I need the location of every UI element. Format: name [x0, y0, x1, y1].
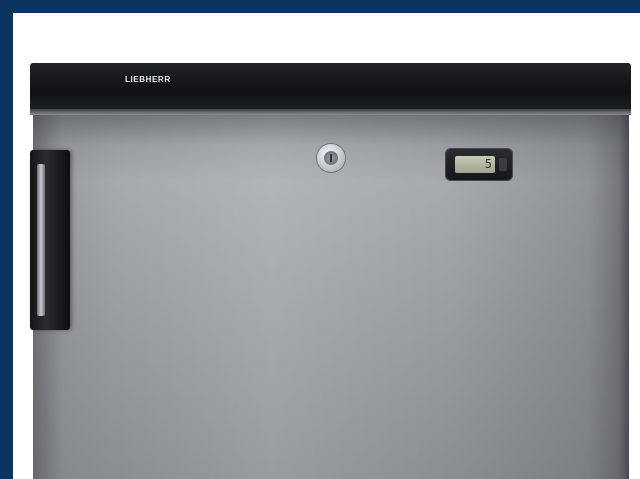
display-button — [499, 158, 507, 171]
brand-logo: LIEBHERR — [125, 75, 171, 84]
handle-grip-highlight — [37, 164, 45, 316]
temperature-display: 5 — [445, 148, 513, 181]
photo-canvas: LIEBHERR 5 — [13, 13, 640, 479]
door-top-shading — [33, 115, 629, 145]
lock-cylinder — [324, 151, 338, 165]
door-lock-icon — [317, 144, 345, 172]
image-frame: LIEBHERR 5 — [0, 0, 640, 479]
fridge-top-panel: LIEBHERR — [30, 63, 631, 109]
key-slot — [330, 154, 332, 162]
door-right-edge — [619, 115, 629, 479]
temperature-readout: 5 — [455, 156, 495, 173]
door-handle — [30, 150, 70, 330]
